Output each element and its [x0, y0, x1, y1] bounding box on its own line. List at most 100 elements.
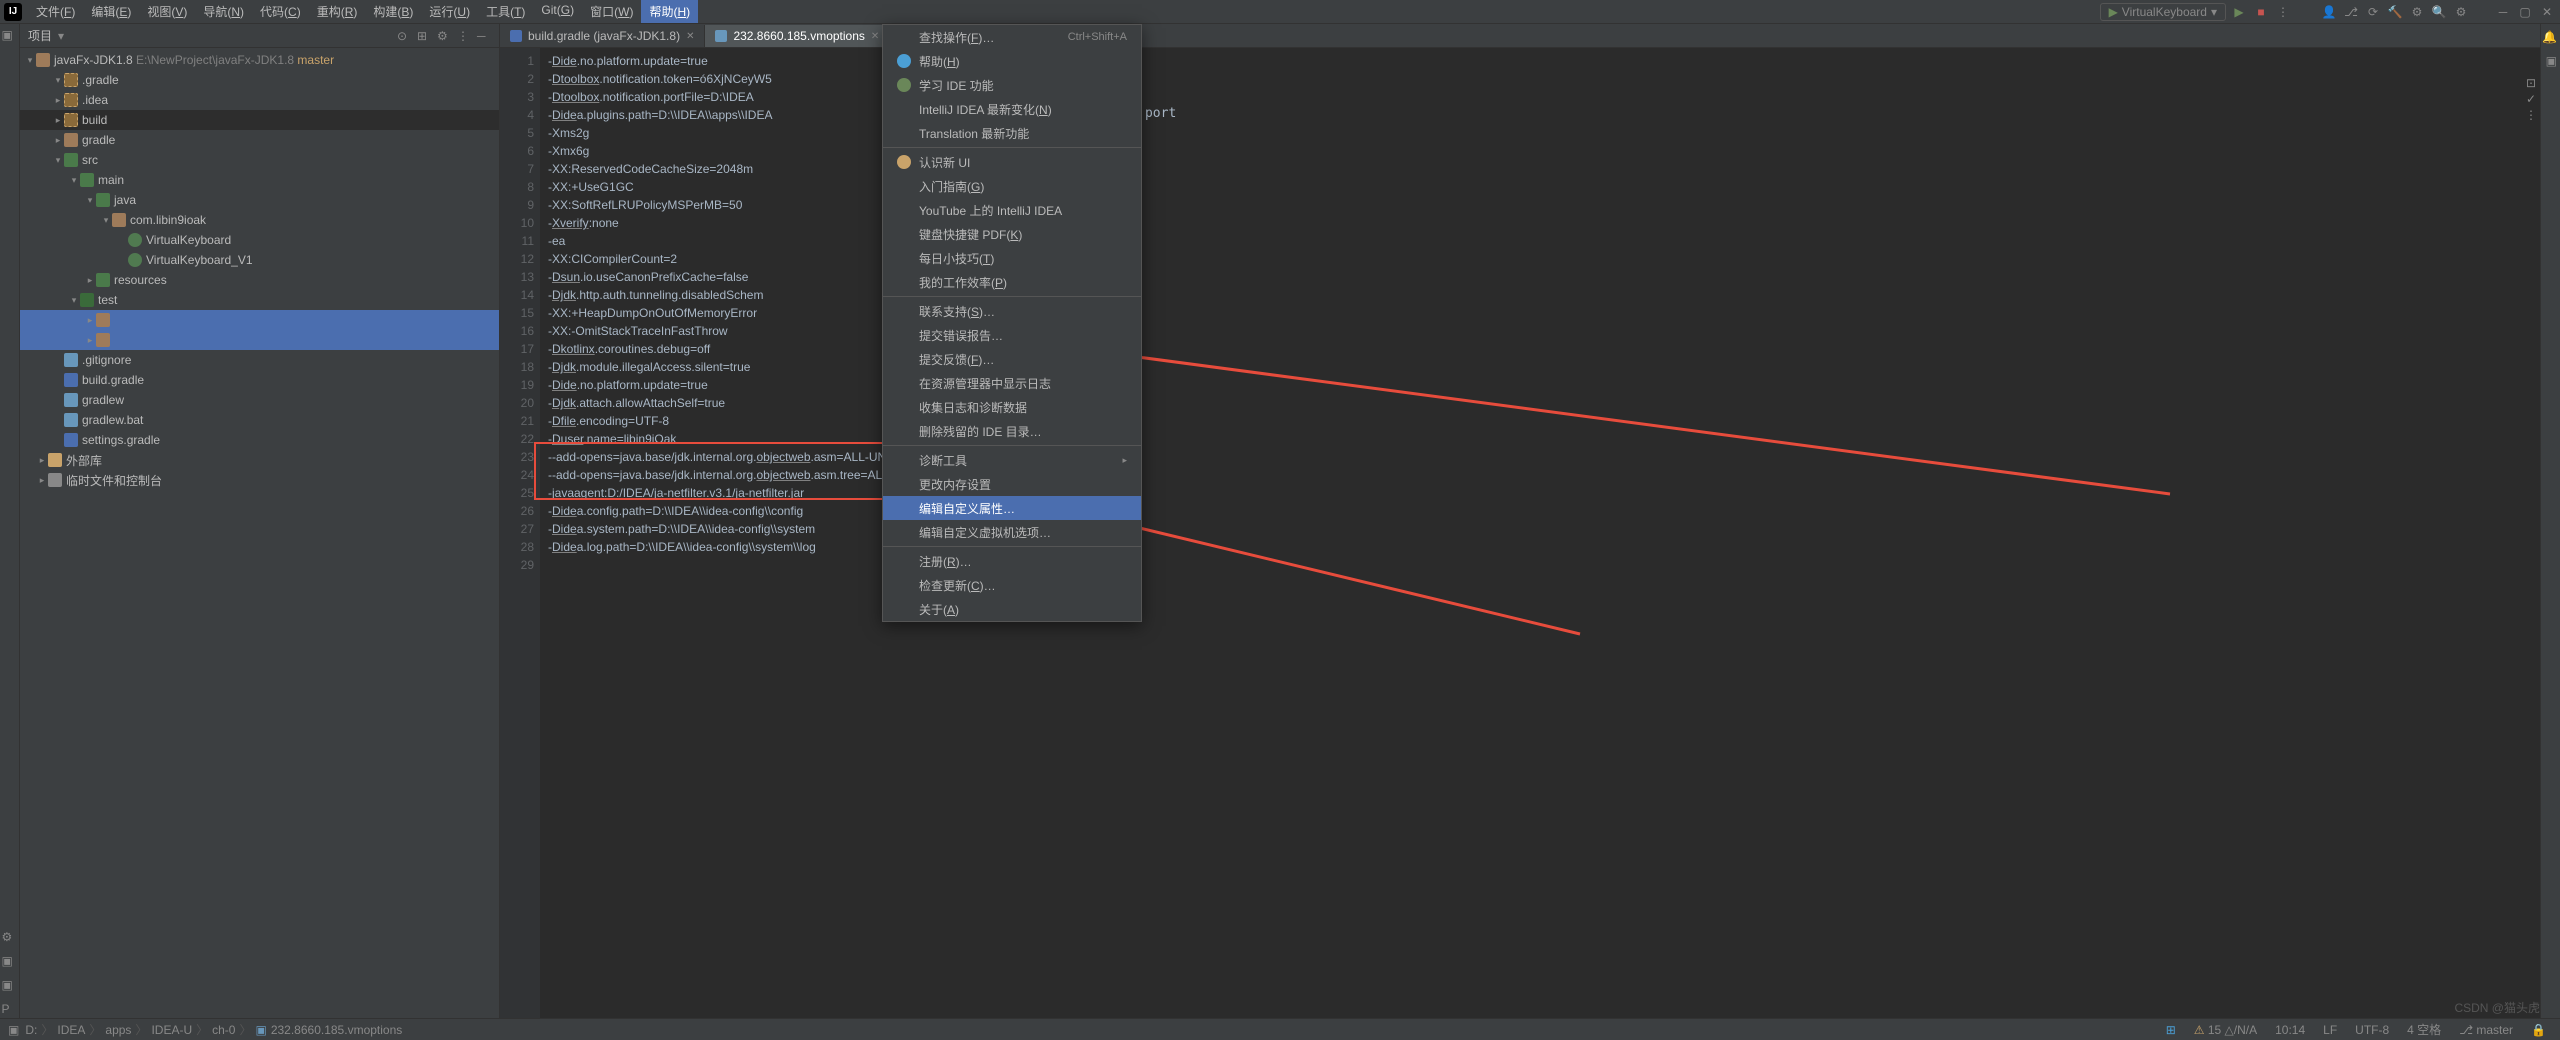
code-line-19[interactable]: -Dide.no.platform.update=true — [548, 376, 2540, 394]
code-line-23[interactable]: --add-opens=java.base/jdk.internal.org.o… — [548, 448, 2540, 466]
project-tree[interactable]: ▾javaFx-JDK1.8 E:\NewProject\javaFx-JDK1… — [20, 48, 499, 1018]
build-icon[interactable]: 🔨 — [2386, 3, 2404, 21]
windows-icon[interactable]: ⊞ — [2160, 1023, 2182, 1037]
tree-item-11[interactable]: ▾test — [20, 290, 499, 310]
help-item-6[interactable]: 认识新 UI — [883, 150, 1141, 174]
help-item-4[interactable]: Translation 最新功能 — [883, 121, 1141, 145]
reader-mode-icon[interactable]: ⊡ — [2526, 76, 2536, 90]
select-opened-icon[interactable]: ⊙ — [397, 29, 411, 43]
help-item-0[interactable]: 查找操作(F)…Ctrl+Shift+A — [883, 25, 1141, 49]
gradle-tool-icon[interactable]: ▣ — [2546, 54, 2557, 68]
menu-git[interactable]: Git(G) — [533, 0, 582, 23]
tree-item-20[interactable]: ▸临时文件和控制台 — [20, 470, 499, 490]
help-item-21[interactable]: 更改内存设置 — [883, 472, 1141, 496]
code-line-1[interactable]: -Dide.no.platform.update=true — [548, 52, 2540, 70]
help-item-10[interactable]: 每日小技巧(T) — [883, 246, 1141, 270]
help-item-18[interactable]: 删除残留的 IDE 目录… — [883, 419, 1141, 443]
tab-0[interactable]: build.gradle (javaFx-JDK1.8)✕ — [500, 25, 705, 47]
help-item-9[interactable]: 键盘快捷键 PDF(K) — [883, 222, 1141, 246]
inspections-status[interactable]: ⚠ 15 △/N/A — [2188, 1023, 2263, 1037]
menu-编辑[interactable]: 编辑(E) — [83, 0, 139, 23]
menu-窗口[interactable]: 窗口(W) — [582, 0, 641, 23]
help-item-7[interactable]: 入门指南(G) — [883, 174, 1141, 198]
debug-icon[interactable]: ▣ — [2, 978, 18, 994]
more-editor-icon[interactable]: ⋮ — [2525, 108, 2537, 122]
tree-item-19[interactable]: ▸外部库 — [20, 450, 499, 470]
tree-item-0[interactable]: ▾.gradle — [20, 70, 499, 90]
code-lines[interactable]: -Dide.no.platform.update=true -Dtoolbox.n… — [540, 48, 2540, 1018]
tree-item-4[interactable]: ▾src — [20, 150, 499, 170]
tree-item-3[interactable]: ▸gradle — [20, 130, 499, 150]
close-icon[interactable]: ✕ — [2538, 3, 2556, 21]
code-line-12[interactable]: -XX:CICompilerCount=2 — [548, 250, 2540, 268]
lock-icon[interactable]: 🔒 — [2525, 1023, 2552, 1037]
indent[interactable]: 4 空格 — [2401, 1021, 2447, 1038]
help-item-1[interactable]: 帮助(H) — [883, 49, 1141, 73]
help-item-25[interactable]: 注册(R)… — [883, 549, 1141, 573]
tree-item-2[interactable]: ▸build — [20, 110, 499, 130]
inspect-icon[interactable]: ✓ — [2526, 92, 2536, 106]
code-line-7[interactable]: -XX:ReservedCodeCacheSize=2048m — [548, 160, 2540, 178]
favorites-icon[interactable]: ▣ — [2, 954, 18, 970]
help-item-11[interactable]: 我的工作效率(P) — [883, 270, 1141, 294]
menu-重构[interactable]: 重构(R) — [309, 0, 366, 23]
tree-root[interactable]: ▾javaFx-JDK1.8 E:\NewProject\javaFx-JDK1… — [20, 50, 499, 70]
help-item-8[interactable]: YouTube 上的 IntelliJ IDEA — [883, 198, 1141, 222]
help-item-23[interactable]: 编辑自定义虚拟机选项… — [883, 520, 1141, 544]
help-item-14[interactable]: 提交错误报告… — [883, 323, 1141, 347]
gear-icon[interactable]: ⚙ — [2452, 3, 2470, 21]
line-separator[interactable]: LF — [2317, 1023, 2343, 1037]
code-line-20[interactable]: -Djdk.attach.allowAttachSelf=true — [548, 394, 2540, 412]
run-icon[interactable]: ▶ — [2230, 3, 2248, 21]
help-item-13[interactable]: 联系支持(S)… — [883, 299, 1141, 323]
menu-文件[interactable]: 文件(F) — [28, 0, 83, 23]
help-item-3[interactable]: IntelliJ IDEA 最新变化(N) — [883, 97, 1141, 121]
code-line-15[interactable]: -XX:+HeapDumpOnOutOfMemoryError — [548, 304, 2540, 322]
code-line-5[interactable]: -Xms2g — [548, 124, 2540, 142]
minimize-icon[interactable]: ─ — [2494, 3, 2512, 21]
breadcrumbs[interactable]: D:〉IDEA〉apps〉IDEA-U〉ch-0〉▣ 232.8660.185.… — [25, 1021, 402, 1038]
code-line-21[interactable]: -Dfile.encoding=UTF-8 — [548, 412, 2540, 430]
tree-item-14[interactable]: .gitignore — [20, 350, 499, 370]
menu-构建[interactable]: 构建(B) — [365, 0, 421, 23]
tree-item-6[interactable]: ▾java — [20, 190, 499, 210]
menu-工具[interactable]: 工具(T) — [478, 0, 533, 23]
code-line-27[interactable]: -Didea.system.path=D:\\IDEA\\idea-config… — [548, 520, 2540, 538]
code-line-16[interactable]: -XX:-OmitStackTraceInFastThrow — [548, 322, 2540, 340]
code-line-28[interactable]: -Didea.log.path=D:\\IDEA\\idea-config\\s… — [548, 538, 2540, 556]
tool-window-icon[interactable]: ▣ — [8, 1023, 19, 1037]
tree-item-1[interactable]: ▸.idea — [20, 90, 499, 110]
code-line-6[interactable]: -Xmx6g — [548, 142, 2540, 160]
code-editor[interactable]: 1234567891011121314151617181920212223242… — [500, 48, 2540, 1018]
tree-item-13[interactable]: ▸ — [20, 330, 499, 350]
maximize-icon[interactable]: ▢ — [2516, 3, 2534, 21]
code-line-18[interactable]: -Djdk.module.illegalAccess.silent=true — [548, 358, 2540, 376]
tree-item-9[interactable]: VirtualKeyboard_V1 — [20, 250, 499, 270]
settings-icon[interactable]: ⚙ — [2408, 3, 2426, 21]
tree-item-10[interactable]: ▸resources — [20, 270, 499, 290]
menu-视图[interactable]: 视图(V) — [139, 0, 195, 23]
code-line-4[interactable]: -Didea.plugins.path=D:\\IDEA\\apps\\IDEA — [548, 106, 2540, 124]
notifications-icon[interactable]: 🔔 — [2542, 30, 2557, 44]
minimize-panel-icon[interactable]: ─ — [477, 29, 491, 43]
tree-item-16[interactable]: gradlew — [20, 390, 499, 410]
search-icon[interactable]: 🔍 — [2430, 3, 2448, 21]
collapse-icon[interactable]: ⚙ — [437, 29, 451, 43]
tree-item-17[interactable]: gradlew.bat — [20, 410, 499, 430]
menu-代码[interactable]: 代码(C) — [252, 0, 309, 23]
code-line-25[interactable]: -javaagent:D:/IDEA/ja-netfilter.v3.1/ja-… — [548, 484, 2540, 502]
code-line-10[interactable]: -Xverify:none — [548, 214, 2540, 232]
code-line-13[interactable]: -Dsun.io.useCanonPrefixCache=false — [548, 268, 2540, 286]
encoding[interactable]: UTF-8 — [2349, 1023, 2395, 1037]
help-item-15[interactable]: 提交反馈(F)… — [883, 347, 1141, 371]
code-line-3[interactable]: -Dtoolbox.notification.portFile=D:\IDEA — [548, 88, 2540, 106]
more-icon[interactable]: ⋮ — [2274, 3, 2292, 21]
help-item-20[interactable]: 诊断工具▸ — [883, 448, 1141, 472]
help-item-22[interactable]: 编辑自定义属性… — [883, 496, 1141, 520]
user-icon[interactable]: 👤 — [2320, 3, 2338, 21]
tree-item-15[interactable]: build.gradle — [20, 370, 499, 390]
tree-item-8[interactable]: VirtualKeyboard — [20, 230, 499, 250]
help-item-26[interactable]: 检查更新(C)… — [883, 573, 1141, 597]
menu-运行[interactable]: 运行(U) — [421, 0, 478, 23]
expand-all-icon[interactable]: ⊞ — [417, 29, 431, 43]
